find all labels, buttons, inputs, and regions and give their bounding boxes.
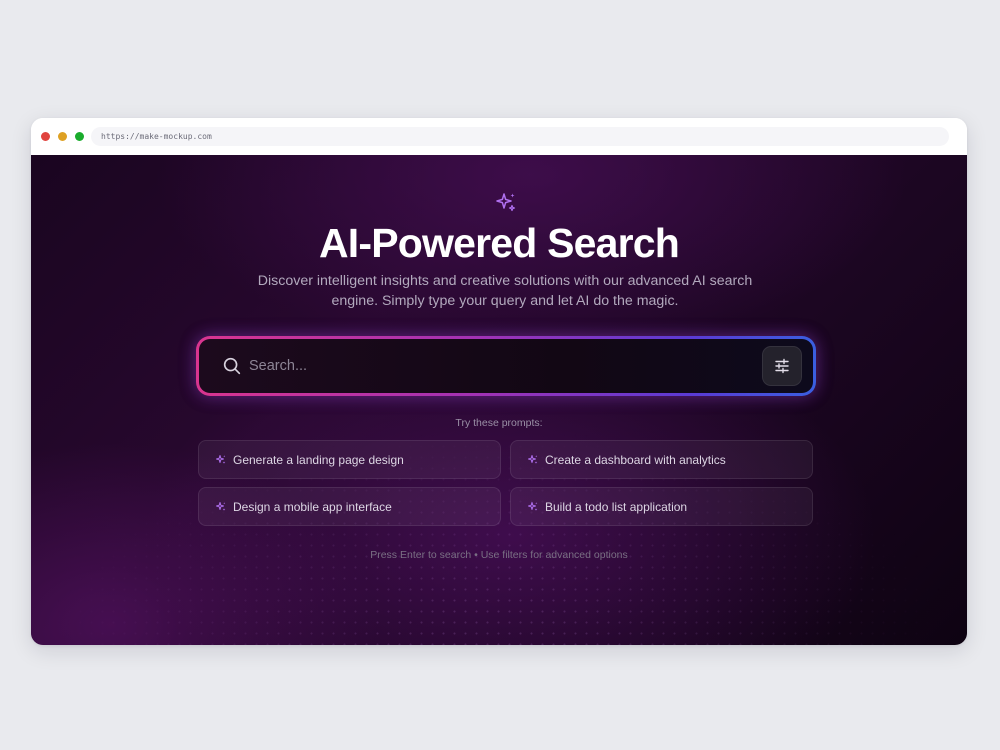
address-bar[interactable]: https://make-mockup.com <box>91 127 949 146</box>
search-icon <box>223 357 241 375</box>
footer-hint: Press Enter to search • Use filters for … <box>370 549 628 561</box>
browser-titlebar: https://make-mockup.com <box>31 118 967 156</box>
prompt-label: Create a dashboard with analytics <box>545 452 726 467</box>
page-viewport: AI-Powered Search Discover intelligent i… <box>31 155 967 645</box>
sparkles-icon <box>528 501 538 511</box>
prompt-suggestion-mobile-app[interactable]: Design a mobile app interface <box>198 487 501 526</box>
sparkles-icon <box>216 501 226 511</box>
close-window-button[interactable] <box>41 132 50 141</box>
maximize-window-button[interactable] <box>75 132 84 141</box>
search-bar-inner <box>199 339 813 393</box>
prompt-suggestion-dashboard[interactable]: Create a dashboard with analytics <box>510 440 813 479</box>
prompts-label: Try these prompts: <box>455 417 543 429</box>
search-bar <box>196 336 816 396</box>
prompt-suggestion-todo-list[interactable]: Build a todo list application <box>510 487 813 526</box>
prompt-label: Design a mobile app interface <box>233 499 392 514</box>
sparkles-icon <box>496 193 516 212</box>
sparkles-icon <box>528 454 538 464</box>
page-subtitle: Discover intelligent insights and creati… <box>257 273 753 309</box>
search-input[interactable] <box>249 349 749 383</box>
prompt-label: Generate a landing page design <box>233 452 404 467</box>
prompt-suggestion-landing-page[interactable]: Generate a landing page design <box>198 440 501 479</box>
prompt-label: Build a todo list application <box>545 499 688 514</box>
browser-window: https://make-mockup.com AI-Powered Searc… <box>31 118 967 645</box>
page-title: AI-Powered Search <box>318 220 680 266</box>
minimize-window-button[interactable] <box>58 132 67 141</box>
filter-button[interactable] <box>762 346 802 386</box>
sparkles-icon <box>216 454 226 464</box>
sliders-icon <box>775 358 789 374</box>
